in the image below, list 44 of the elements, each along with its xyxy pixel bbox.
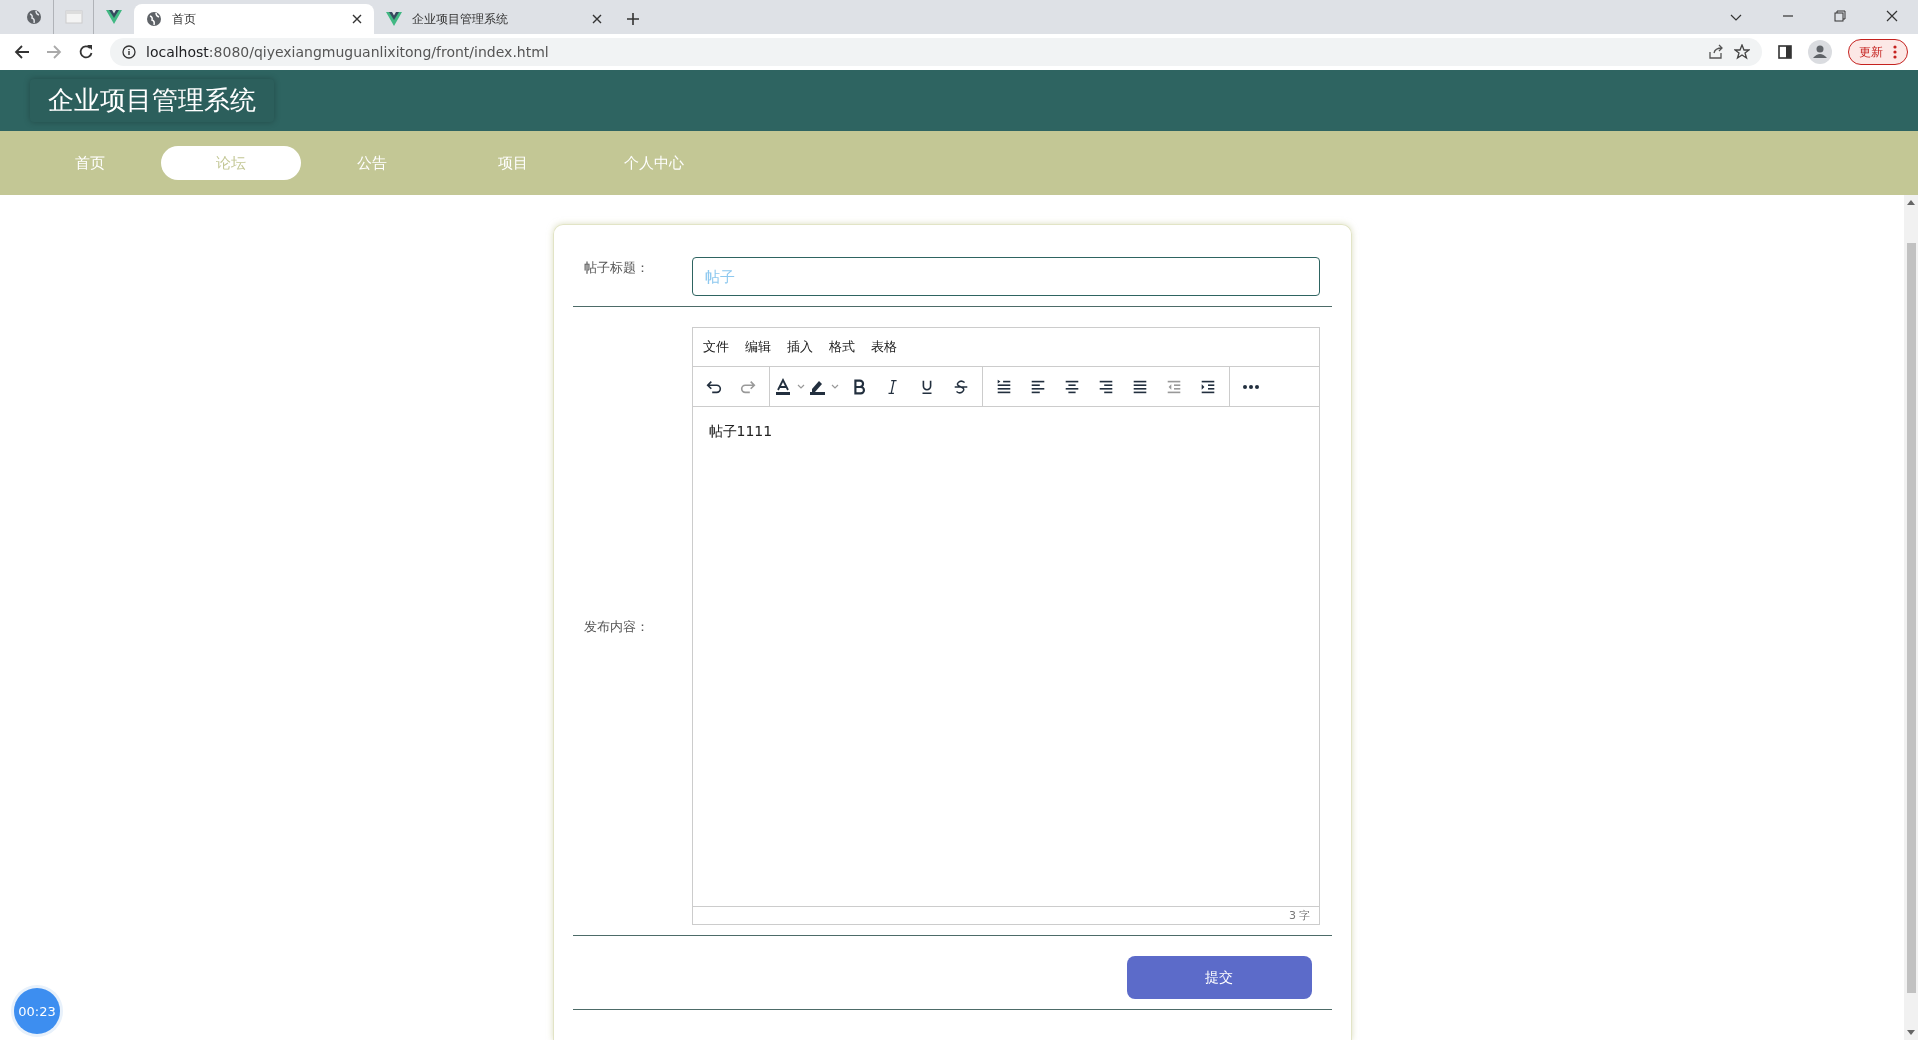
scroll-down-icon[interactable] (1907, 1030, 1915, 1036)
globe-icon (25, 9, 42, 25)
globe-icon (146, 11, 162, 27)
chevron-down-icon[interactable] (1730, 14, 1742, 22)
page-icon (64, 10, 83, 24)
menu-item[interactable]: 编辑 (744, 338, 771, 356)
update-button[interactable]: 更新 (1848, 39, 1908, 65)
restore-icon[interactable] (1834, 10, 1846, 22)
url-text: localhost:8080/qiyexiangmuguanlixitong/front/index.html (146, 44, 549, 60)
new-tab-icon[interactable] (626, 12, 640, 26)
submit-button[interactable]: 提交 (1126, 956, 1312, 999)
scrollbar[interactable] (1904, 195, 1918, 1040)
more-icon (1242, 384, 1259, 389)
menu-item[interactable]: 插入 (786, 338, 813, 356)
profile-icon[interactable] (1808, 40, 1832, 64)
close-icon[interactable] (352, 14, 362, 24)
side-panel-icon[interactable] (1778, 45, 1792, 59)
star-icon[interactable] (1734, 44, 1750, 60)
site-title: 企业项目管理系统 (30, 79, 274, 122)
title-input[interactable]: 帖子 (691, 257, 1320, 296)
back-icon[interactable] (14, 44, 30, 60)
word-count: 3 字 (1289, 908, 1311, 923)
scroll-up-icon[interactable] (1907, 199, 1915, 205)
field-label: 帖子标题： (583, 259, 650, 277)
tab-title: 企业项目管理系统 (412, 10, 509, 28)
reload-icon[interactable] (78, 44, 94, 60)
timer-badge: 00:23 (14, 988, 60, 1034)
v-logo-icon (386, 12, 402, 26)
scrollbar-thumb[interactable] (1906, 242, 1916, 993)
editor-text[interactable]: 帖子1111 (708, 423, 773, 441)
browser-tab[interactable]: 企业项目管理系统 (374, 4, 614, 34)
share-icon[interactable] (1708, 44, 1724, 60)
menu-item[interactable]: 格式 (828, 338, 855, 356)
close-icon[interactable] (592, 14, 602, 24)
v-logo-icon (106, 10, 122, 24)
info-icon (122, 45, 136, 59)
browser-tab[interactable]: 首页 (134, 4, 374, 34)
more-vertical-icon (1893, 45, 1897, 59)
field-label: 发布内容： (583, 618, 650, 636)
address-bar[interactable]: localhost:8080/qiyexiangmuguanlixitong/front/index.html (110, 38, 1762, 66)
tab-title: 首页 (172, 10, 197, 28)
menu-item[interactable]: 表格 (870, 338, 897, 356)
close-icon[interactable] (1886, 10, 1898, 22)
menu-item[interactable]: 文件 (702, 338, 729, 356)
